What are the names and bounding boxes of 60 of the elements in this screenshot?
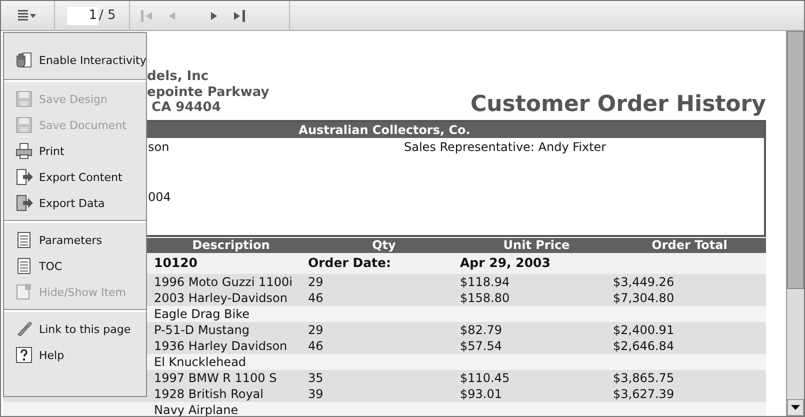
table-cell-text: 1997 BMW R 1100 S: [154, 370, 278, 386]
list-document-icon: [15, 257, 33, 275]
table-cell-text: $2,646.84: [613, 338, 676, 354]
menu-item[interactable]: Export Content: [4, 164, 146, 190]
table-cell-text: 46: [308, 290, 324, 306]
table-cell-text: $3,865.75: [613, 370, 676, 386]
table-cell-text: 29: [308, 322, 324, 338]
order-date-label: Order Date:: [308, 254, 392, 270]
company-address-line: dels, Inc: [147, 69, 210, 84]
table-cell-text: 2003 Harley-Davidson Eagle Drag Bike: [154, 290, 288, 322]
column-header: Order Total: [650, 238, 728, 252]
company-address-line: CA 94404: [150, 100, 222, 116]
table-cell-text: P-51-D Mustang: [154, 322, 250, 338]
list-document-icon: [15, 231, 33, 249]
table-cell-text: $57.54: [460, 338, 503, 354]
company-address-line: epointe Parkway: [147, 84, 270, 100]
menu-item[interactable]: Parameters: [4, 227, 146, 253]
printer-icon: [15, 142, 33, 160]
table-cell-text: $3,627.39: [613, 386, 676, 402]
page-total: / 5: [98, 8, 116, 23]
help-icon: [15, 346, 33, 364]
menu-item[interactable]: Link to this page: [4, 316, 146, 342]
table-cell-text: 1936 Harley Davidson El Knucklehead: [154, 338, 288, 370]
table-cell-text: 46: [308, 338, 324, 354]
scrollbar[interactable]: [786, 31, 804, 416]
menu-item[interactable]: Enable Interactivity: [4, 47, 146, 73]
column-header: Unit Price: [502, 238, 571, 252]
document-icon: [15, 283, 33, 301]
phone-number: 004: [148, 188, 172, 204]
column-header: Qty: [371, 238, 397, 252]
table-cell: 1996 Moto Guzzi 1100i: [154, 274, 292, 290]
hand-icon: [15, 51, 33, 69]
table-cell-text: $3,449.26: [613, 274, 676, 290]
table-cell-text: $158.80: [460, 290, 511, 306]
scrollbar-thumb[interactable]: [787, 31, 804, 289]
caret-down-icon: [791, 405, 800, 410]
report-title: Customer Order History: [470, 92, 766, 118]
menu-item[interactable]: Export Data: [4, 190, 146, 216]
table-cell-text: 35: [308, 370, 324, 386]
export-document-icon: [15, 168, 33, 186]
sales-representative: Sales Representative: Andy Fixter: [404, 138, 608, 154]
order-date: Apr 29, 2003: [460, 254, 552, 270]
menu-icon: [18, 10, 38, 22]
table-cell-text: $2,400.91: [613, 322, 676, 338]
table-cell-text: 1928 British Royal Navy Airplane: [154, 386, 264, 416]
table-cell-text: $93.01: [460, 386, 503, 402]
contact-name: son: [148, 138, 170, 154]
table-cell-text: $82.79: [460, 322, 503, 338]
table-cell-text: $7,304.80: [613, 290, 676, 306]
table-cell-text: $118.94: [460, 274, 511, 290]
table-cell-text: 39: [308, 386, 324, 402]
menu-item[interactable]: TOC: [4, 253, 146, 279]
menu-item[interactable]: Help: [4, 342, 146, 368]
page-field[interactable]: 1: [67, 6, 98, 24]
menu-item[interactable]: Print: [4, 138, 146, 164]
table-cell-text: 29: [308, 274, 324, 290]
scroll-down-button[interactable]: [787, 399, 804, 416]
order-number: 10120: [154, 254, 198, 270]
column-header: Description: [191, 238, 271, 252]
table-cell-text: $110.45: [460, 370, 511, 386]
